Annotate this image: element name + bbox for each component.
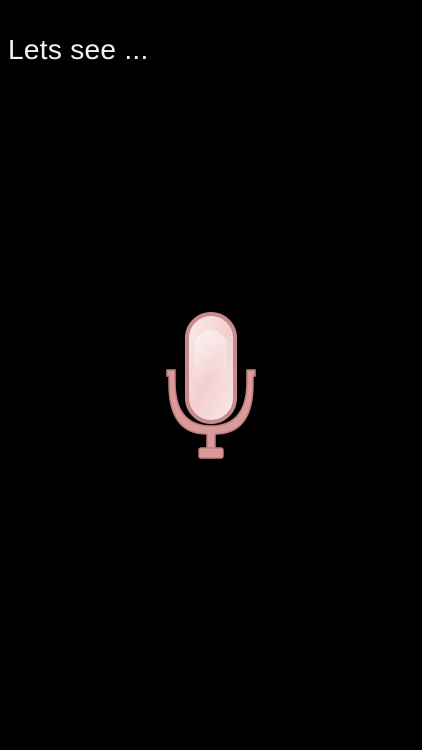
status-text: Lets see ... xyxy=(8,34,149,65)
listening-screen: Lets see ... xyxy=(0,0,422,750)
microphone-button[interactable] xyxy=(161,310,261,466)
microphone-icon xyxy=(166,312,256,459)
